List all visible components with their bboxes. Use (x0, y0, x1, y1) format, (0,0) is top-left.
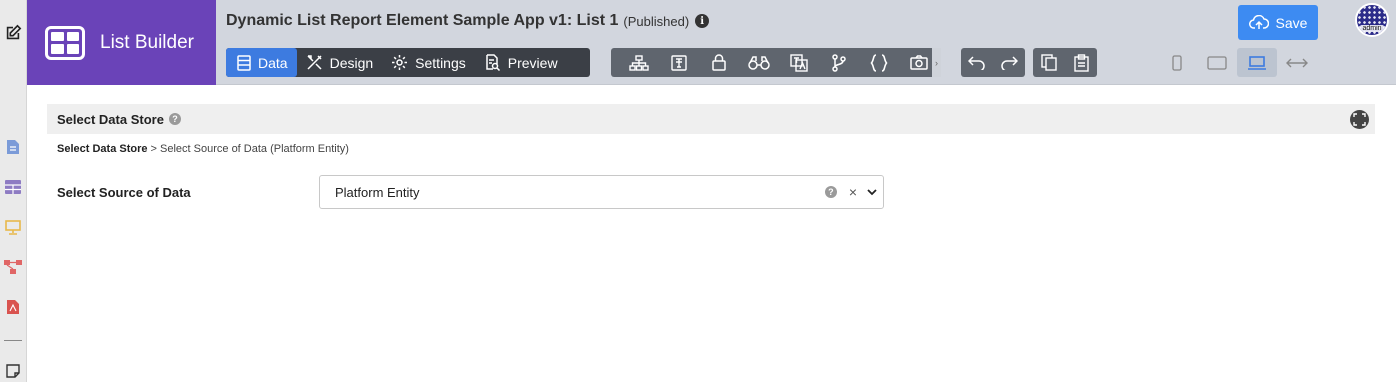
breadcrumb-separator: > (147, 143, 161, 155)
table-icon (237, 54, 251, 71)
tab-preview[interactable]: Preview (475, 48, 567, 77)
tab-design[interactable]: Design (297, 48, 383, 77)
history-toolbar (961, 48, 1025, 77)
laptop-icon[interactable] (1237, 48, 1277, 77)
left-rail (0, 0, 27, 382)
tablet-icon[interactable] (1197, 48, 1237, 77)
tab-settings-label: Settings (415, 54, 466, 71)
source-of-data-label: Select Source of Data (57, 185, 191, 200)
clear-icon[interactable]: × (849, 184, 857, 200)
source-of-data-select[interactable]: Platform Entity ? × (319, 175, 884, 209)
avatar-label: admin (1360, 25, 1384, 32)
document-icon[interactable] (4, 138, 22, 156)
tab-design-label: Design (329, 54, 374, 71)
source-of-data-value: Platform Entity (335, 184, 420, 200)
full-width-icon[interactable] (1277, 48, 1317, 77)
binoculars-icon[interactable] (739, 48, 779, 77)
tab-settings[interactable]: Settings (382, 48, 475, 77)
tab-preview-label: Preview (507, 54, 558, 71)
breadcrumb-root[interactable]: Select Data Store (57, 143, 147, 155)
monitor-icon[interactable] (4, 218, 22, 236)
chevron-down-icon[interactable] (867, 188, 877, 196)
info-icon[interactable]: i (695, 14, 710, 28)
design-tools-icon (307, 55, 322, 70)
element-toolbar: › (611, 48, 941, 77)
app-title: Dynamic List Report Element Sample App v… (226, 12, 619, 29)
top-bar: List Builder Dynamic List Report Element… (27, 0, 1396, 85)
device-switcher (1157, 48, 1317, 77)
lock-icon[interactable] (699, 48, 739, 77)
sitemap-icon[interactable] (619, 48, 659, 77)
avatar[interactable]: admin (1355, 3, 1389, 37)
publish-status: (Published) (623, 13, 690, 29)
phone-icon[interactable] (1157, 48, 1197, 77)
chevron-right-icon[interactable]: › (932, 48, 941, 77)
redo-icon[interactable] (993, 48, 1025, 77)
pdf-icon[interactable] (4, 298, 22, 316)
section-title: Select Data Store (57, 111, 164, 127)
help-icon[interactable]: ? (824, 186, 837, 198)
workflow-icon[interactable] (4, 258, 22, 276)
clipboard-toolbar (1033, 48, 1097, 77)
table-icon[interactable] (4, 178, 22, 196)
list-builder-logo-icon (45, 25, 85, 60)
branch-icon[interactable] (819, 48, 859, 77)
section-header: Select Data Store ? (47, 104, 1375, 134)
paste-icon[interactable] (1065, 48, 1097, 77)
rail-divider (4, 340, 22, 341)
gear-icon (392, 55, 408, 70)
help-icon[interactable]: ? (168, 113, 181, 125)
copy-icon[interactable] (1033, 48, 1065, 77)
undo-icon[interactable] (961, 48, 993, 77)
brand-title: List Builder (100, 31, 194, 53)
cloud-upload-icon (1248, 15, 1269, 29)
tab-data-label: Data (258, 54, 288, 71)
save-button[interactable]: Save (1238, 5, 1318, 40)
expand-icon[interactable] (1350, 110, 1369, 129)
breadcrumb-current: Select Source of Data (Platform Entity) (160, 143, 349, 155)
builder-tabs: Data Design Settings Preview (226, 48, 590, 77)
app-title-row: Dynamic List Report Element Sample App v… (226, 12, 710, 30)
preview-icon (486, 54, 500, 71)
brand[interactable]: List Builder (27, 0, 216, 85)
binding-icon[interactable] (659, 48, 699, 77)
save-label: Save (1275, 14, 1308, 31)
translate-icon[interactable] (779, 48, 819, 77)
braces-icon[interactable] (859, 48, 899, 77)
edit-icon[interactable] (4, 24, 22, 42)
breadcrumb: Select Data Store > Select Source of Dat… (57, 143, 349, 155)
tab-data[interactable]: Data (226, 48, 297, 77)
note-icon[interactable] (4, 362, 22, 380)
